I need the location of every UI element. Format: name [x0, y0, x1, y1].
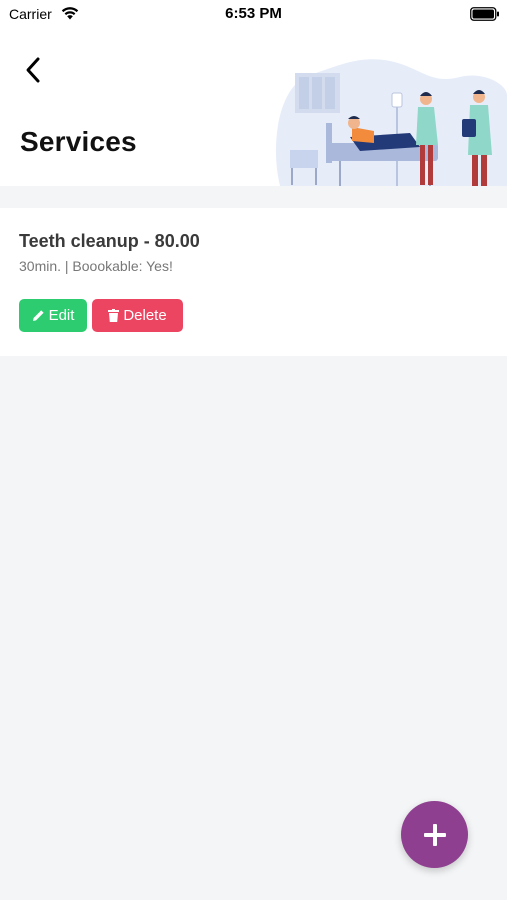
header: Carrier 6:53 PM Services — [0, 0, 507, 186]
back-button[interactable] — [20, 55, 50, 85]
clock: 6:53 PM — [225, 5, 282, 22]
chevron-left-icon — [26, 57, 40, 83]
plus-icon — [423, 823, 446, 846]
delete-label: Delete — [123, 307, 167, 324]
hospital-illustration — [275, 59, 507, 186]
pencil-icon — [32, 310, 44, 321]
edit-button[interactable]: Edit — [19, 299, 87, 332]
page-title: Services — [20, 126, 137, 157]
trash-icon — [108, 309, 120, 322]
service-meta: 30min. | Boookable: Yes! — [19, 258, 173, 274]
add-service-button[interactable] — [401, 801, 468, 868]
battery-icon — [470, 7, 500, 25]
status-bar: Carrier 6:53 PM — [0, 0, 507, 30]
edit-label: Edit — [48, 307, 75, 324]
service-title: Teeth cleanup - 80.00 — [19, 231, 200, 251]
service-card: Teeth cleanup - 80.00 30min. | Boookable… — [0, 208, 507, 356]
delete-button[interactable]: Delete — [92, 299, 183, 332]
